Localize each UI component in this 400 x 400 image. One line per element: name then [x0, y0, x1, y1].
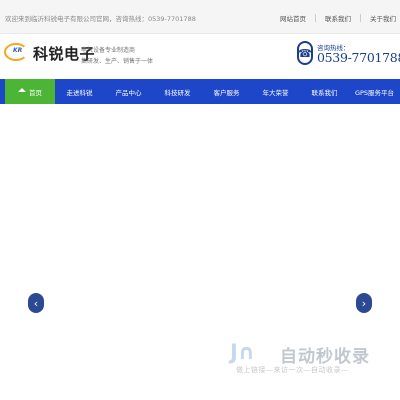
home-icon — [18, 87, 26, 92]
tagline-line-1: 电气设备专业制造商 — [81, 47, 136, 54]
nav-item-label: 产品中心 — [115, 88, 142, 97]
nav-item-about[interactable]: 走进科锐 — [55, 79, 104, 104]
logo-mark: KR — [13, 47, 23, 54]
phone-icon: ☎ — [297, 41, 313, 65]
main-nav: 首页 走进科锐 产品中心 科技研发 客户服务 年大荣誉 联系我们 GPS服务平台 — [0, 79, 400, 104]
tagline-line-2: 集研发、生产、销售于一体 — [81, 58, 154, 65]
banner-next-button[interactable]: › — [356, 293, 372, 313]
top-links: 网站首页 联系我们 关于我们 — [280, 13, 396, 23]
nav-item-service[interactable]: 客户服务 — [202, 79, 251, 104]
divider — [360, 14, 361, 22]
nav-item-label: 年大荣誉 — [262, 88, 289, 97]
home-link[interactable]: 网站首页 — [280, 13, 306, 23]
watermark-subtitle: 做上链接—来访一次—自动收录— — [236, 366, 349, 374]
welcome-text: 欢迎来到临沂科锐电子有限公司官网，咨询热线：0539-7701788 — [5, 15, 196, 23]
watermark: J∩ 自动秒收录 做上链接—来访一次—自动收录— — [228, 340, 388, 380]
watermark-title: 自动秒收录 — [280, 347, 370, 367]
nav-item-label: 联系我们 — [311, 88, 338, 97]
nav-item-contact[interactable]: 联系我们 — [300, 79, 349, 104]
nav-item-products[interactable]: 产品中心 — [104, 79, 153, 104]
divider — [315, 14, 316, 22]
nav-item-label: 首页 — [29, 88, 42, 97]
nav-item-label: GPS服务平台 — [354, 88, 395, 97]
nav-item-label: 走进科锐 — [66, 88, 93, 97]
chevron-right-icon: › — [361, 296, 367, 310]
hotline: ☎ 咨询热线： 0539-7701788 — [297, 41, 400, 67]
chevron-left-icon: ‹ — [33, 296, 39, 310]
contact-link[interactable]: 联系我们 — [325, 13, 351, 23]
nav-item-honors[interactable]: 年大荣誉 — [251, 79, 300, 104]
banner-prev-button[interactable]: ‹ — [28, 293, 44, 313]
hotline-number: 0539-7701788 — [317, 50, 400, 65]
watermark-logo-icon: J∩ — [230, 340, 255, 364]
tagline: 电气设备专业制造商 集研发、生产、销售于一体 — [81, 45, 153, 67]
top-bar: 欢迎来到临沂科锐电子有限公司官网，咨询热线：0539-7701788 网站首页 … — [0, 0, 400, 34]
nav-item-research[interactable]: 科技研发 — [153, 79, 202, 104]
nav-item-label: 科技研发 — [164, 88, 191, 97]
nav-item-home[interactable]: 首页 — [5, 79, 55, 104]
site-logo[interactable]: KR 科锐电子 — [4, 41, 95, 63]
nav-item-gps[interactable]: GPS服务平台 — [349, 79, 400, 104]
nav-item-label: 客户服务 — [213, 88, 240, 97]
about-link[interactable]: 关于我们 — [370, 13, 396, 23]
